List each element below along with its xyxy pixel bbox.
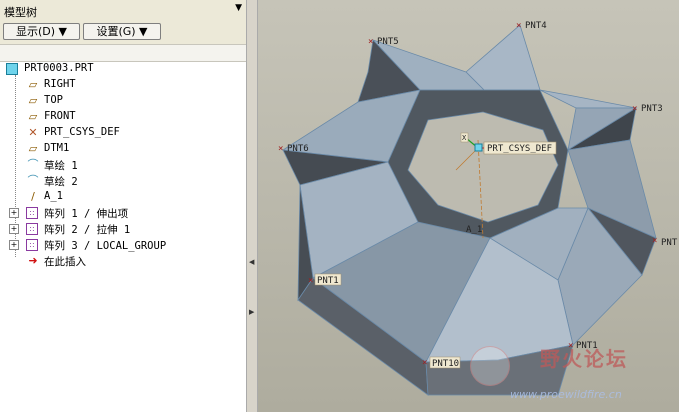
point-marker-icon: × bbox=[652, 236, 657, 246]
tree-item-dtm1[interactable]: ▱ DTM1 bbox=[0, 141, 246, 157]
settings-button[interactable]: 设置(G) ▼ bbox=[83, 23, 161, 40]
tree-item-label: 在此插入 bbox=[44, 256, 86, 268]
expand-icon[interactable]: + bbox=[9, 240, 19, 250]
expand-icon[interactable]: + bbox=[9, 224, 19, 234]
sketch-icon: ⌒ bbox=[27, 174, 39, 187]
panel-splitter[interactable]: ◀ ▶ bbox=[246, 0, 258, 412]
part-icon bbox=[6, 63, 18, 75]
point-marker-icon: × bbox=[308, 276, 313, 286]
tree-item-sketch1[interactable]: ⌒ 草绘 1 bbox=[0, 157, 246, 173]
tree-item-label: DTM1 bbox=[44, 142, 70, 154]
tree-item-sketch2[interactable]: ⌒ 草绘 2 bbox=[0, 173, 246, 189]
watermark-text: 野火论坛 bbox=[540, 347, 628, 371]
tree-item-label: A_1 bbox=[44, 190, 63, 202]
point-marker-icon: × bbox=[516, 21, 521, 31]
tree-item-label: RIGHT bbox=[44, 78, 76, 90]
show-button[interactable]: 显示(D) ▼ bbox=[3, 23, 80, 40]
watermark-url: www.proewildfire.cn bbox=[510, 388, 622, 401]
model-tree-panel: 模型树 ▼ 显示(D) ▼ 设置(G) ▼ PRT0003.PRT ▱ RIGH… bbox=[0, 0, 247, 412]
watermark-logo-icon bbox=[470, 346, 510, 386]
point-label: PNT5 bbox=[377, 37, 399, 47]
collapse-icon[interactable]: ▼ bbox=[235, 3, 242, 13]
point-label: PNT4 bbox=[525, 21, 547, 31]
datum-plane-icon: ▱ bbox=[28, 110, 38, 123]
point-label: PNT bbox=[661, 238, 678, 248]
tree-filter-bar[interactable] bbox=[0, 44, 246, 62]
point-label: PNT10 bbox=[432, 359, 459, 369]
tree-item-label: 阵列 2 / 拉伸 1 bbox=[44, 224, 131, 236]
collapse-left-icon[interactable]: ◀ bbox=[249, 258, 254, 266]
point-marker-icon: × bbox=[632, 104, 637, 114]
csys-label: PRT_CSYS_DEF bbox=[487, 144, 552, 154]
tree-item-top[interactable]: ▱ TOP bbox=[0, 93, 246, 109]
point-label: PNT6 bbox=[287, 144, 309, 154]
model-face bbox=[539, 89, 637, 109]
datum-axis-icon: / bbox=[31, 190, 35, 203]
tree-item-insert-here[interactable]: ➜ 在此插入 bbox=[0, 253, 246, 269]
point-marker-icon: × bbox=[368, 37, 373, 47]
panel-header: 模型树 ▼ bbox=[0, 0, 246, 20]
point-marker-icon: × bbox=[422, 358, 427, 368]
point-label: PNT3 bbox=[641, 104, 663, 114]
point-marker-icon: × bbox=[278, 144, 283, 154]
tree-item-axis[interactable]: / A_1 bbox=[0, 189, 246, 205]
tree-item-pattern1[interactable]: + :: 阵列 1 / 伸出项 bbox=[0, 205, 246, 221]
datum-plane-icon: ▱ bbox=[28, 94, 38, 107]
model-face bbox=[465, 24, 541, 91]
tree-root[interactable]: PRT0003.PRT bbox=[0, 61, 246, 77]
insert-arrow-icon: ➜ bbox=[28, 254, 38, 267]
axis-label: A_1 bbox=[466, 225, 482, 235]
tree-item-label: TOP bbox=[44, 94, 63, 106]
pattern-icon: :: bbox=[26, 239, 38, 251]
datum-plane-icon: ▱ bbox=[28, 142, 38, 155]
datum-plane-icon: ▱ bbox=[28, 78, 38, 91]
pattern-icon: :: bbox=[26, 223, 38, 235]
tree-item-label: 阵列 3 / LOCAL_GROUP bbox=[44, 240, 167, 252]
tree-item-csys[interactable]: ✕ PRT_CSYS_DEF bbox=[0, 125, 246, 141]
tree-root-label: PRT0003.PRT bbox=[24, 62, 94, 74]
panel-title: 模型树 bbox=[4, 6, 37, 19]
tree-item-pattern3[interactable]: + :: 阵列 3 / LOCAL_GROUP bbox=[0, 237, 246, 253]
csys-origin-icon bbox=[474, 143, 483, 152]
tree-item-pattern2[interactable]: + :: 阵列 2 / 拉伸 1 bbox=[0, 221, 246, 237]
csys-icon: ✕ bbox=[28, 126, 38, 139]
expand-right-icon[interactable]: ▶ bbox=[249, 308, 254, 316]
expand-icon[interactable]: + bbox=[9, 208, 19, 218]
tree-item-label: 草绘 2 bbox=[44, 176, 78, 188]
tree-item-label: PRT_CSYS_DEF bbox=[44, 126, 120, 138]
tree-item-right[interactable]: ▱ RIGHT bbox=[0, 77, 246, 93]
tree-item-label: 草绘 1 bbox=[44, 160, 78, 172]
tree-item-label: FRONT bbox=[44, 110, 76, 122]
point-label: PNT1 bbox=[317, 276, 339, 286]
pattern-icon: :: bbox=[26, 207, 38, 219]
tree-item-label: 阵列 1 / 伸出项 bbox=[44, 208, 129, 220]
sketch-icon: ⌒ bbox=[27, 158, 39, 171]
tree-item-front[interactable]: ▱ FRONT bbox=[0, 109, 246, 125]
